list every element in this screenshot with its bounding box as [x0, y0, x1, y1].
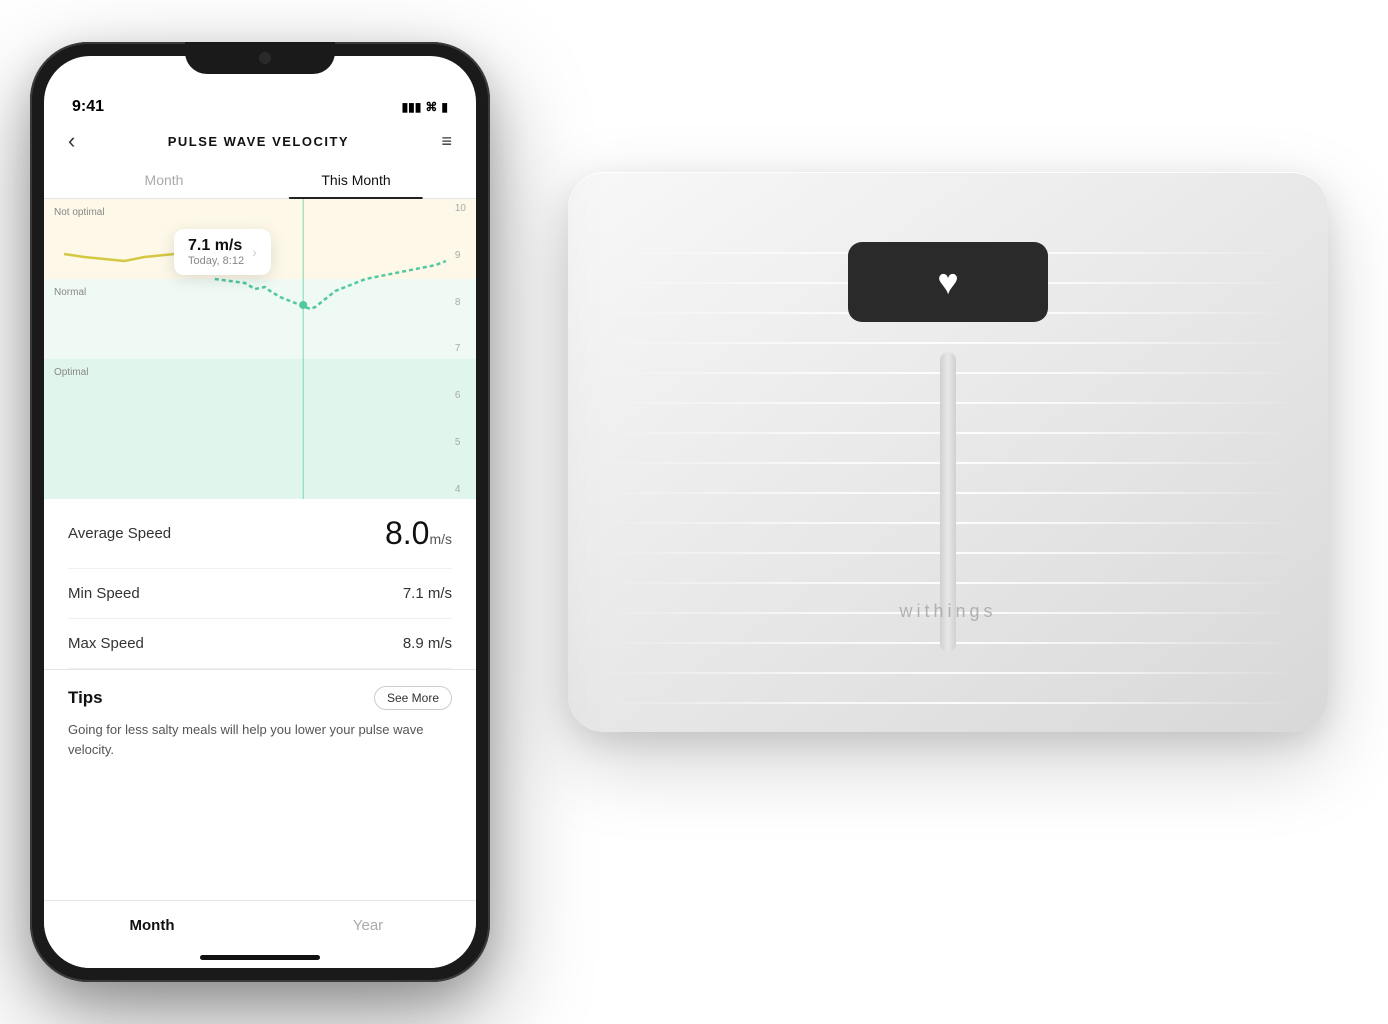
tips-title: Tips: [68, 688, 103, 708]
tooltip-subtitle: Today, 8:12: [188, 255, 244, 267]
tab-month[interactable]: Month: [68, 162, 260, 198]
scale-display: ♥: [848, 242, 1048, 322]
stat-label-average: Average Speed: [68, 525, 171, 542]
chart-area: Not optimal Normal Optimal 10 9 8 7 6 5 …: [44, 199, 476, 499]
heart-icon: ♥: [937, 261, 958, 303]
back-button[interactable]: ‹: [68, 128, 75, 154]
tooltip-arrow-icon: ›: [252, 244, 257, 260]
scale-device: ♥ withings: [568, 172, 1328, 852]
tooltip-value: 7.1 m/s: [188, 237, 244, 255]
phone: 9:41 ▮▮▮ ⌘ ▮ ‹ PULSE WAVE VELOCITY ≡: [30, 42, 490, 982]
status-icons: ▮▮▮ ⌘ ▮: [402, 100, 448, 114]
period-tabs: Month This Month: [44, 162, 476, 199]
scene: ♥ withings 9:41 ▮▮▮ ⌘ ▮: [0, 0, 1388, 1024]
see-more-button[interactable]: See More: [374, 686, 452, 710]
tips-text: Going for less salty meals will help you…: [68, 720, 452, 759]
bottom-tab-year[interactable]: Year: [260, 913, 476, 938]
tab-this-month[interactable]: This Month: [260, 162, 452, 198]
stat-unit-average: m/s: [429, 531, 452, 547]
stat-label-min: Min Speed: [68, 585, 140, 602]
menu-button[interactable]: ≡: [441, 131, 452, 152]
signal-icon: ▮▮▮: [402, 100, 422, 114]
stat-value-min: 7.1 m/s: [403, 585, 452, 602]
scale-body: ♥ withings: [568, 172, 1328, 732]
status-time: 9:41: [72, 98, 104, 116]
status-bar: 9:41 ▮▮▮ ⌘ ▮: [44, 88, 476, 120]
stats-section: Average Speed 8.0m/s Min Speed 7.1 m/s M…: [44, 499, 476, 669]
stat-label-max: Max Speed: [68, 635, 144, 652]
phone-screen: 9:41 ▮▮▮ ⌘ ▮ ‹ PULSE WAVE VELOCITY ≡: [44, 56, 476, 968]
tips-header: Tips See More: [68, 686, 452, 710]
notch: [185, 42, 335, 74]
scale-brand: withings: [899, 601, 996, 622]
app-header: ‹ PULSE WAVE VELOCITY ≡: [44, 120, 476, 162]
stat-row-min: Min Speed 7.1 m/s: [68, 569, 452, 619]
stat-value-max: 8.9 m/s: [403, 635, 452, 652]
stat-row-average: Average Speed 8.0m/s: [68, 499, 452, 569]
tips-section: Tips See More Going for less salty meals…: [44, 670, 476, 775]
camera-icon: [259, 52, 271, 64]
stat-row-max: Max Speed 8.9 m/s: [68, 619, 452, 669]
screen-title: PULSE WAVE VELOCITY: [168, 134, 349, 149]
phone-frame: 9:41 ▮▮▮ ⌘ ▮ ‹ PULSE WAVE VELOCITY ≡: [30, 42, 490, 982]
battery-icon: ▮: [441, 100, 448, 114]
stat-value-average: 8.0m/s: [385, 515, 452, 552]
chart-tooltip: 7.1 m/s Today, 8:12 ›: [174, 229, 271, 275]
home-indicator: [200, 955, 320, 960]
bottom-tab-month[interactable]: Month: [44, 913, 260, 938]
wifi-icon: ⌘: [425, 100, 437, 114]
